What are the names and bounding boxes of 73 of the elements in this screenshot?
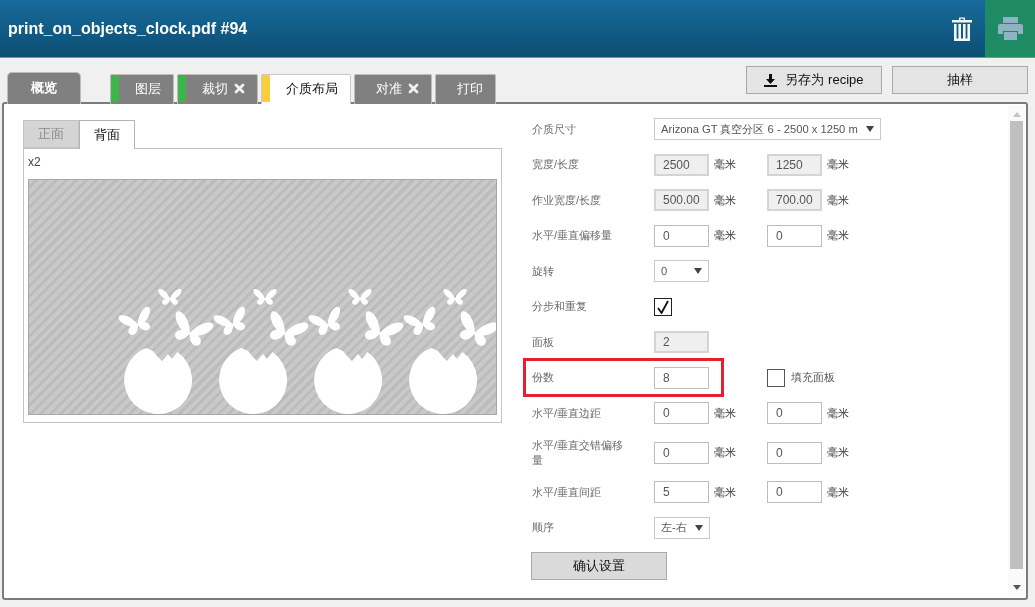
unit-label: 毫米 <box>714 192 736 208</box>
tab[interactable]: 介质布局 <box>261 74 351 104</box>
text-field[interactable]: 0 <box>767 441 822 464</box>
unit-label: 毫米 <box>714 157 736 172</box>
download-icon <box>764 73 778 87</box>
text-field[interactable]: 5 <box>654 481 709 503</box>
unit-label: 毫米 <box>827 405 849 421</box>
unit-label: 毫米 <box>714 405 736 421</box>
field-label: 作业宽度/长度 <box>532 192 602 208</box>
unit-label: 毫米 <box>827 445 849 460</box>
field-label: 宽度/长度 <box>532 157 580 172</box>
butterfly-shape <box>308 306 341 335</box>
caret-icon <box>694 524 703 531</box>
scroll-thumb[interactable] <box>1010 121 1023 569</box>
side-tab[interactable]: 背面 <box>79 120 135 149</box>
butterfly-shape <box>403 306 436 335</box>
text-field[interactable]: 0 <box>654 402 709 424</box>
trash-icon <box>952 16 972 41</box>
butterfly-shape <box>158 289 182 305</box>
checkbox[interactable] <box>767 368 785 387</box>
butterfly-shape <box>253 289 277 305</box>
text-field[interactable]: 0 <box>767 224 822 247</box>
text-field[interactable]: 0 <box>654 224 709 247</box>
delete-button[interactable] <box>952 16 972 41</box>
field-label: 介质尺寸 <box>532 121 576 137</box>
butterfly-shape <box>118 306 151 335</box>
field-label: 水平/垂直偏移量 <box>532 228 613 243</box>
checkbox[interactable] <box>654 297 672 316</box>
butterfly-shape <box>213 306 246 335</box>
butterfly-shape <box>270 311 309 346</box>
unit-label: 毫米 <box>827 192 849 208</box>
tab[interactable]: 打印 <box>435 74 496 104</box>
field-label: 水平/垂直交错偏移量 <box>532 437 625 468</box>
field-label: 分步和重复 <box>532 299 587 314</box>
text-field[interactable]: 0 <box>767 402 822 424</box>
checkbox-label: 填充面板 <box>791 370 835 385</box>
butterfly-shape <box>175 311 214 346</box>
field-label: 水平/垂直间距 <box>532 484 602 500</box>
field-label: 份数 <box>532 370 554 385</box>
tab[interactable]: 对准 <box>354 74 432 104</box>
scroll-down-icon[interactable] <box>1012 585 1021 590</box>
butterfly-shape <box>460 311 496 346</box>
action-button[interactable]: 抽样 <box>892 66 1028 94</box>
unit-label: 毫米 <box>714 445 736 460</box>
unit-label: 毫米 <box>714 484 736 500</box>
dropdown[interactable]: 0 <box>654 260 709 282</box>
tab[interactable]: 图层 <box>110 74 174 104</box>
save-recipe-button[interactable]: 另存为 recipe <box>746 66 882 94</box>
field-label: 面板 <box>532 334 554 350</box>
text-field[interactable]: 0 <box>767 481 822 503</box>
dropdown[interactable]: 左-右 <box>654 516 710 539</box>
text-field[interactable]: 8 <box>654 366 709 389</box>
checkmark-icon <box>657 299 669 314</box>
tab[interactable]: 裁切 <box>177 74 258 104</box>
dropdown[interactable]: Arizona GT 真空分区 6 - 2500 x 1250 m <box>654 118 881 140</box>
text-field[interactable]: 0 <box>654 441 709 464</box>
caret-icon <box>865 126 874 132</box>
copies-caption: x2 <box>28 154 41 170</box>
field-label: 水平/垂直边距 <box>532 405 602 421</box>
unit-label: 毫米 <box>827 157 849 172</box>
tab[interactable]: 概览 <box>7 72 81 104</box>
field-label: 旋转 <box>532 263 554 279</box>
unit-label: 毫米 <box>714 228 736 243</box>
butterfly-shape <box>365 311 404 346</box>
printer-icon <box>997 17 1023 40</box>
unit-label: 毫米 <box>827 228 849 243</box>
window-title: print_on_objects_clock.pdf #94 <box>8 19 248 38</box>
field-label: 顺序 <box>532 520 554 535</box>
butterfly-shape <box>348 289 372 305</box>
unit-label: 毫米 <box>827 484 849 500</box>
butterfly-shape <box>443 289 467 305</box>
confirm-button[interactable]: 确认设置 <box>531 552 667 580</box>
caret-icon <box>694 268 702 274</box>
